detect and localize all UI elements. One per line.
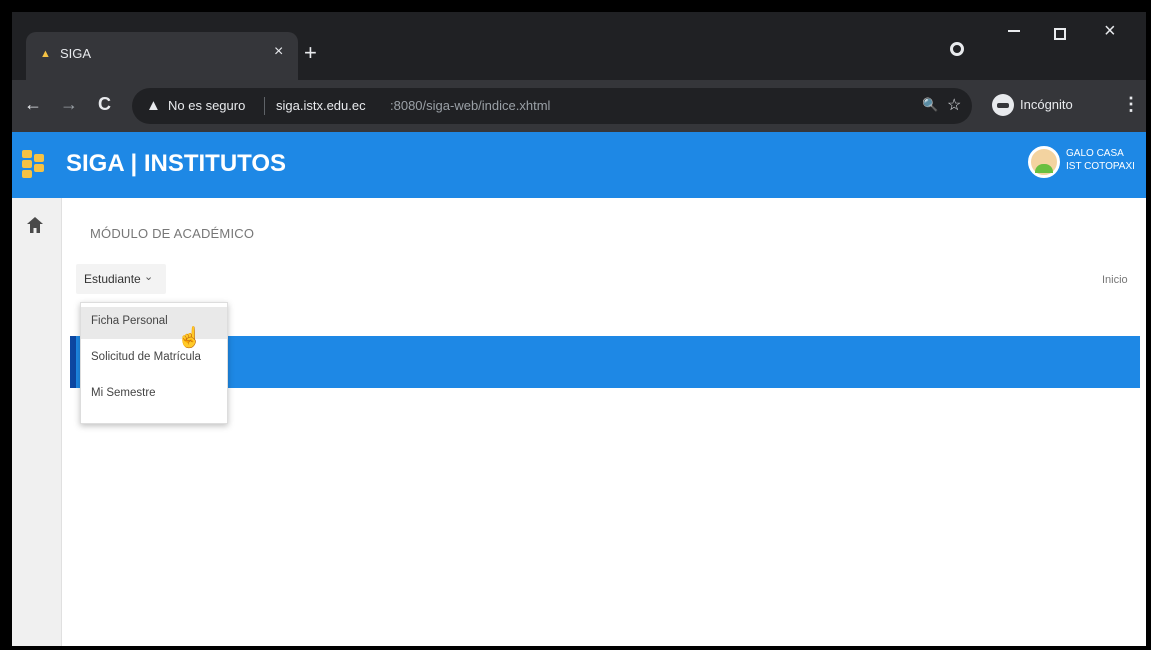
back-icon[interactable]: ←	[24, 94, 42, 114]
web-page: SIGA | INSTITUTOS GALO CASA IST COTOPAXI…	[12, 132, 1146, 646]
minimize-icon[interactable]	[1008, 30, 1020, 32]
estudiante-menu-button[interactable]: Estudiante ⌄	[76, 264, 166, 294]
menu-item-label: Mi Semestre	[91, 387, 156, 399]
browser-menu-icon[interactable]: ⋮	[1122, 94, 1140, 115]
menu-item-solicitud-matricula[interactable]: Solicitud de Matrícula	[81, 343, 227, 375]
main-content: MÓDULO DE ACADÉMICO Estudiante ⌄ Inicio …	[62, 198, 1146, 646]
address-bar[interactable]: ▲ No es seguro siga.istx.edu.ec :8080/si…	[132, 88, 972, 124]
browser-tab[interactable]: ▲ SIGA ×	[26, 32, 298, 80]
menu-item-ficha-personal[interactable]: Ficha Personal ☝	[81, 307, 227, 349]
forward-icon[interactable]: →	[60, 94, 78, 114]
user-institution[interactable]: IST COTOPAXI	[1066, 161, 1135, 173]
bookmark-star-icon[interactable]: ☆	[947, 95, 961, 115]
app-title[interactable]: SIGA | INSTITUTOS	[66, 150, 286, 178]
tab-title: SIGA	[60, 46, 92, 61]
chevron-down-icon: ⌄	[144, 271, 154, 283]
url-host: siga.istx.edu.ec	[276, 98, 366, 113]
reload-icon[interactable]: C	[98, 94, 111, 114]
url-path: :8080/siga-web/indice.xhtml	[390, 98, 551, 113]
incognito-label[interactable]: Incógnito	[1020, 97, 1073, 112]
security-label[interactable]: No es seguro	[168, 98, 245, 113]
app-header: SIGA | INSTITUTOS GALO CASA IST COTOPAXI	[12, 132, 1146, 198]
user-name[interactable]: GALO CASA	[1066, 148, 1124, 160]
home-icon[interactable]	[26, 216, 44, 240]
tab-favicon-icon: ▲	[40, 48, 51, 60]
app-logo-icon[interactable]	[22, 150, 46, 178]
section-banner	[70, 336, 1140, 388]
zoom-icon[interactable]: 🔍	[922, 97, 938, 113]
menu-button-label: Estudiante	[84, 272, 141, 286]
extension-icon[interactable]	[950, 42, 964, 56]
estudiante-dropdown-menu: Ficha Personal ☝ Solicitud de Matrícula …	[80, 302, 228, 424]
sidebar	[12, 198, 62, 646]
user-avatar[interactable]	[1028, 146, 1060, 178]
menu-item-label: Solicitud de Matrícula	[91, 351, 201, 363]
maximize-icon[interactable]	[1054, 28, 1066, 40]
tab-close-icon[interactable]: ×	[274, 43, 283, 61]
browser-toolbar: ← → C ▲ No es seguro siga.istx.edu.ec :8…	[12, 80, 1146, 132]
omnibox-divider	[264, 97, 265, 115]
browser-window: ▲ SIGA × + × ← → C ▲ No es seguro siga.i…	[12, 12, 1146, 646]
menu-item-label: Ficha Personal	[91, 315, 168, 327]
warning-icon[interactable]: ▲	[146, 97, 161, 114]
page-title: MÓDULO DE ACADÉMICO	[90, 226, 255, 241]
close-window-icon[interactable]: ×	[1104, 20, 1116, 43]
breadcrumb-inicio[interactable]: Inicio	[1102, 274, 1128, 286]
menu-item-mi-semestre[interactable]: Mi Semestre	[81, 379, 227, 411]
tab-strip: ▲ SIGA × + ×	[12, 12, 1146, 80]
incognito-icon[interactable]	[992, 94, 1014, 116]
new-tab-icon[interactable]: +	[304, 42, 317, 64]
